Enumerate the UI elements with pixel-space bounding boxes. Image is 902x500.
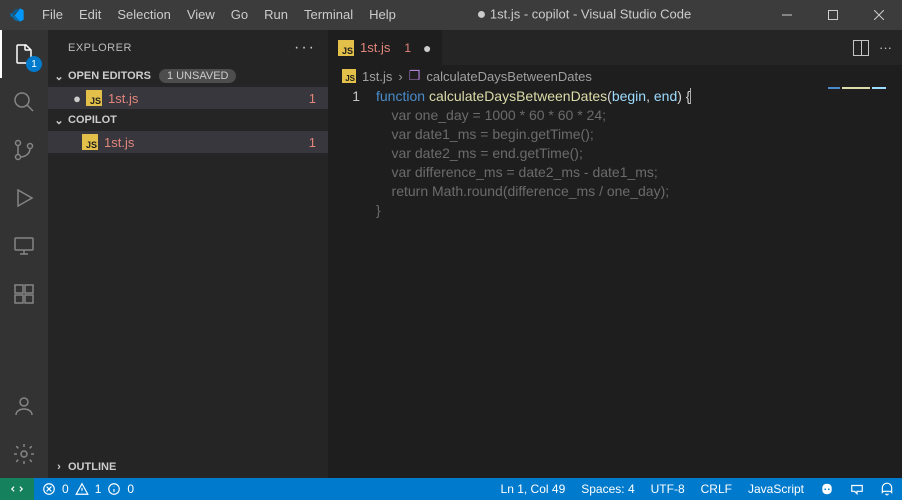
status-indentation[interactable]: Spaces: 4 bbox=[573, 478, 642, 500]
outline-label: OUTLINE bbox=[68, 461, 116, 473]
editor-area: JS 1st.js 1 ● ··· JS 1st.js › ❒ calculat… bbox=[328, 30, 902, 478]
chevron-right-icon: › bbox=[52, 461, 66, 473]
editor-tab[interactable]: JS 1st.js 1 ● bbox=[328, 30, 442, 65]
outline-section: › OUTLINE bbox=[48, 456, 328, 478]
menu-terminal[interactable]: Terminal bbox=[296, 0, 361, 30]
line-number: 1 bbox=[328, 87, 360, 106]
status-notifications-icon[interactable] bbox=[872, 478, 902, 500]
activity-run-debug[interactable] bbox=[0, 174, 48, 222]
tab-filename: 1st.js bbox=[360, 40, 390, 55]
method-icon: ❒ bbox=[409, 68, 421, 84]
status-language[interactable]: JavaScript bbox=[740, 478, 812, 500]
sidebar-header: EXPLORER ··· bbox=[48, 30, 328, 65]
chevron-right-icon: › bbox=[398, 69, 402, 84]
vscode-icon bbox=[0, 7, 34, 23]
menu-edit[interactable]: Edit bbox=[71, 0, 109, 30]
folder-file-item[interactable]: JS 1st.js 1 bbox=[48, 131, 328, 153]
open-editor-problem-count: 1 bbox=[309, 91, 316, 106]
split-editor-icon[interactable] bbox=[853, 40, 869, 56]
remote-indicator[interactable] bbox=[0, 478, 34, 500]
activity-bar: 1 bbox=[0, 30, 48, 478]
activity-settings[interactable] bbox=[0, 430, 48, 478]
suggestion-ghost-text: var one_day = 1000 * 60 * 60 * 24; bbox=[376, 107, 606, 123]
unsaved-badge: 1 UNSAVED bbox=[159, 69, 237, 83]
window-title-text: 1st.js - copilot - Visual Studio Code bbox=[490, 6, 691, 21]
maximize-button[interactable] bbox=[810, 0, 856, 30]
menu-run[interactable]: Run bbox=[256, 0, 296, 30]
status-bar: 0 1 0 Ln 1, Col 49 Spaces: 4 UTF-8 CRLF … bbox=[0, 478, 902, 500]
modified-dot-icon: ● bbox=[68, 91, 86, 106]
sidebar: EXPLORER ··· ⌄ OPEN EDITORS 1 UNSAVED ● … bbox=[48, 30, 328, 478]
activity-extensions[interactable] bbox=[0, 270, 48, 318]
status-feedback-icon[interactable] bbox=[842, 478, 872, 500]
menu-selection[interactable]: Selection bbox=[109, 0, 178, 30]
folder-file-problem-count: 1 bbox=[309, 135, 316, 150]
status-cursor-position[interactable]: Ln 1, Col 49 bbox=[493, 478, 574, 500]
activity-source-control[interactable] bbox=[0, 126, 48, 174]
status-problems[interactable]: 0 1 0 bbox=[34, 478, 142, 500]
activity-remote-explorer[interactable] bbox=[0, 222, 48, 270]
sidebar-title: EXPLORER bbox=[68, 42, 132, 54]
modified-indicator-icon: ● bbox=[477, 6, 487, 23]
outline-header[interactable]: › OUTLINE bbox=[48, 456, 328, 478]
window-controls bbox=[764, 0, 902, 30]
open-editors-header[interactable]: ⌄ OPEN EDITORS 1 UNSAVED bbox=[48, 65, 328, 87]
activity-search[interactable] bbox=[0, 78, 48, 126]
minimap[interactable] bbox=[828, 87, 888, 97]
folder-header[interactable]: ⌄ COPILOT bbox=[48, 109, 328, 131]
tab-actions: ··· bbox=[853, 30, 902, 65]
js-file-icon: JS bbox=[338, 40, 354, 56]
open-editor-filename: 1st.js bbox=[108, 91, 138, 106]
status-encoding[interactable]: UTF-8 bbox=[643, 478, 693, 500]
breadcrumb-file: 1st.js bbox=[362, 69, 392, 84]
tab-bar: JS 1st.js 1 ● ··· bbox=[328, 30, 902, 65]
activity-accounts[interactable] bbox=[0, 382, 48, 430]
menu-go[interactable]: Go bbox=[223, 0, 256, 30]
menu-bar: File Edit Selection View Go Run Terminal… bbox=[34, 0, 404, 30]
status-copilot-icon[interactable] bbox=[812, 478, 842, 500]
sidebar-more-icon[interactable]: ··· bbox=[294, 39, 316, 57]
minimize-button[interactable] bbox=[764, 0, 810, 30]
activity-explorer[interactable]: 1 bbox=[0, 30, 48, 78]
open-editor-item[interactable]: ● JS 1st.js 1 bbox=[48, 87, 328, 109]
title-bar: File Edit Selection View Go Run Terminal… bbox=[0, 0, 902, 30]
folder-file-name: 1st.js bbox=[104, 135, 134, 150]
folder-label: COPILOT bbox=[68, 114, 117, 126]
menu-file[interactable]: File bbox=[34, 0, 71, 30]
status-eol[interactable]: CRLF bbox=[693, 478, 740, 500]
line-gutter: 1 bbox=[328, 87, 376, 478]
code-editor[interactable]: 1 function calculateDaysBetweenDates(beg… bbox=[328, 87, 902, 478]
js-file-icon: JS bbox=[342, 69, 356, 83]
breadcrumb-symbol: calculateDaysBetweenDates bbox=[426, 69, 591, 84]
folder-section: ⌄ COPILOT JS 1st.js 1 bbox=[48, 109, 328, 153]
menu-help[interactable]: Help bbox=[361, 0, 404, 30]
explorer-badge: 1 bbox=[26, 56, 42, 72]
tab-more-icon[interactable]: ··· bbox=[879, 40, 892, 55]
chevron-down-icon: ⌄ bbox=[52, 70, 66, 83]
breadcrumb[interactable]: JS 1st.js › ❒ calculateDaysBetweenDates bbox=[328, 65, 902, 87]
workbench: 1 EXPLORER ··· ⌄ OPEN EDITORS 1 UNSAVED … bbox=[0, 30, 902, 478]
code-content[interactable]: function calculateDaysBetweenDates(begin… bbox=[376, 87, 902, 478]
js-file-icon: JS bbox=[86, 90, 102, 106]
open-editors-section: ⌄ OPEN EDITORS 1 UNSAVED ● JS 1st.js 1 bbox=[48, 65, 328, 109]
open-editors-label: OPEN EDITORS bbox=[68, 70, 151, 82]
close-button[interactable] bbox=[856, 0, 902, 30]
tab-problem-count: 1 bbox=[404, 41, 411, 55]
window-title: ● 1st.js - copilot - Visual Studio Code bbox=[404, 6, 764, 24]
js-file-icon: JS bbox=[82, 134, 98, 150]
chevron-down-icon: ⌄ bbox=[52, 114, 66, 127]
tab-modified-icon: ● bbox=[423, 40, 431, 56]
menu-view[interactable]: View bbox=[179, 0, 223, 30]
